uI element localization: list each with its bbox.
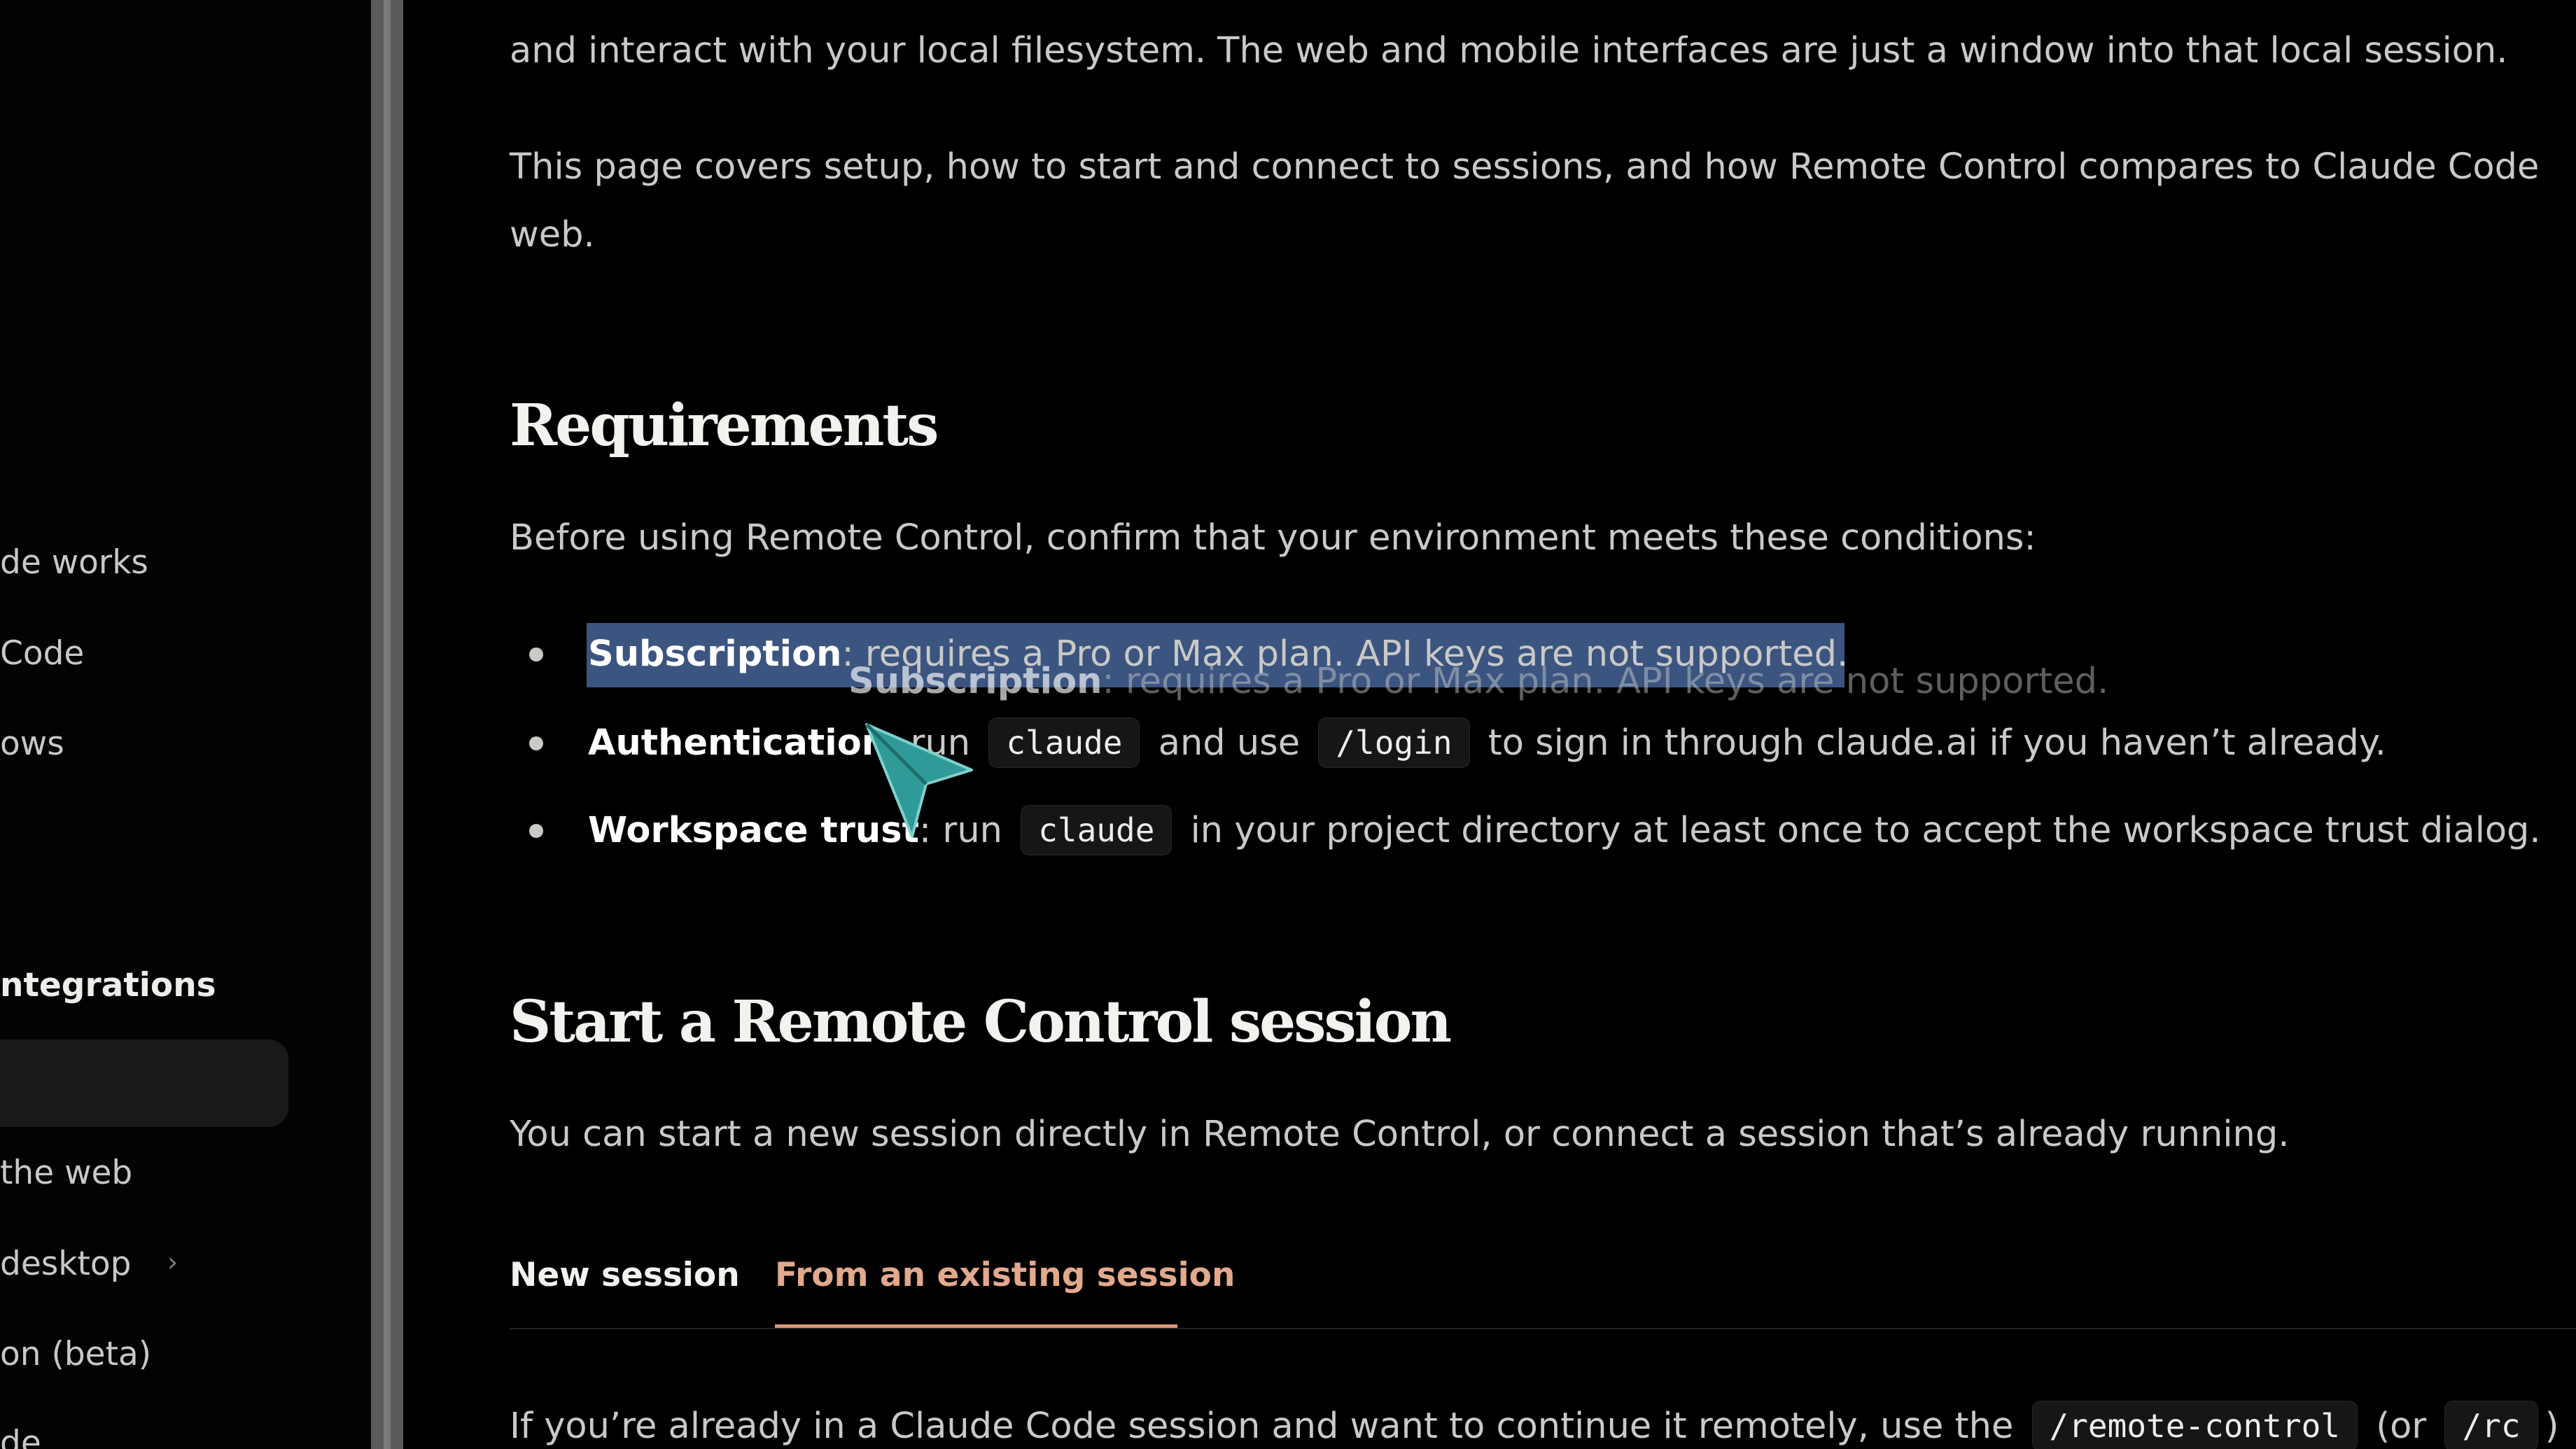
active-tab-indicator: [775, 1324, 1177, 1328]
start-session-lead: You can start a new session directly in …: [510, 1114, 2290, 1155]
body-text: If you’re already in a Claude Code sessi…: [510, 1406, 2014, 1447]
chevron-right-icon[interactable]: ›: [167, 1245, 178, 1280]
tab-new-session[interactable]: New session: [510, 1242, 740, 1308]
sidebar-item-remote-control-active[interactable]: [0, 1040, 288, 1127]
intro-paragraph-line1: This page covers setup, how to start and…: [510, 146, 2540, 188]
tab-bar-divider: [510, 1328, 2576, 1329]
sidebar-item-chrome-extension-beta[interactable]: on (beta): [0, 1334, 151, 1376]
body-text: (or: [2376, 1406, 2427, 1447]
sidebar-item-claude-code-desktop[interactable]: desktop: [0, 1243, 131, 1285]
bullet-text: to sign in through claude.ai if you have…: [1488, 722, 2387, 764]
drag-ghost-rest: : requires a Pro or Max plan. API keys a…: [1102, 661, 2109, 702]
sidebar-item-partial[interactable]: de: [0, 1422, 41, 1449]
main-content: and interact with your local filesystem.…: [403, 0, 2576, 1449]
bullet-term: Authentication: [588, 722, 888, 764]
inline-code-remote-control: /remote-control: [2031, 1401, 2358, 1449]
start-session-heading: Start a Remote Control session: [510, 988, 1452, 1056]
drag-ghost-text: Subscription: requires a Pro or Max plan…: [848, 648, 2108, 715]
inline-code-rc: /rc: [2444, 1401, 2538, 1449]
inline-code-claude: claude: [1021, 805, 1172, 855]
requirements-heading: Requirements: [510, 392, 939, 459]
sidebar-item-how-claude-code-works[interactable]: de works: [0, 542, 148, 584]
mouse-pointer-icon: [865, 723, 973, 838]
drag-ghost-term: Subscription: [848, 661, 1102, 702]
bullet-dot: [529, 648, 543, 662]
sidebar-item-claude-code[interactable]: Code: [0, 633, 84, 675]
tab-from-existing-session[interactable]: From an existing session: [775, 1242, 1235, 1308]
scrollbar-thumb[interactable]: [384, 0, 391, 1449]
intro-line: and interact with your local filesystem.…: [510, 30, 2508, 71]
inline-code-login: /login: [1318, 718, 1470, 768]
sidebar-item-claude-code-on-the-web[interactable]: the web: [0, 1152, 132, 1194]
body-text: ): [2544, 1406, 2559, 1447]
bullet-text: in your project directory at least once …: [1190, 810, 2541, 851]
sidebar-item-workflows[interactable]: ows: [0, 723, 64, 765]
intro-paragraph-line2: web.: [510, 214, 595, 255]
bullet-dot: [529, 736, 543, 750]
bullet-dot: [529, 824, 543, 838]
bullet-authentication: Authentication: run claude and use /logi…: [588, 710, 2386, 777]
sidebar-section-integrations: ntegrations: [0, 966, 216, 1004]
existing-session-body: If you’re already in a Claude Code sessi…: [510, 1393, 2558, 1449]
requirements-lead: Before using Remote Control, confirm tha…: [510, 517, 2036, 559]
bullet-text: and use: [1158, 722, 1301, 764]
inline-code-claude: claude: [988, 718, 1140, 768]
sidebar: de works Code ows ntegrations the web de…: [0, 0, 371, 1449]
bullet-term: Subscription: [588, 634, 842, 675]
